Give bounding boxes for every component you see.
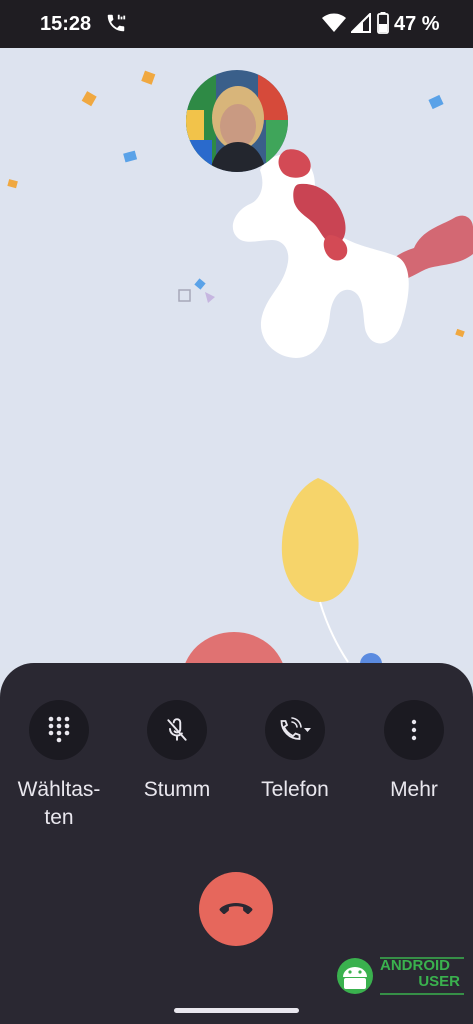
mic-off-icon bbox=[164, 718, 190, 741]
more-label: Mehr bbox=[390, 778, 438, 801]
more-vert-icon bbox=[411, 719, 417, 741]
more-button[interactable] bbox=[384, 700, 444, 760]
caller-avatar bbox=[186, 70, 288, 172]
end-call-button[interactable] bbox=[199, 872, 273, 946]
battery-percentage: 47 % bbox=[394, 13, 440, 35]
dialpad-button[interactable] bbox=[29, 700, 89, 760]
call-background bbox=[0, 48, 473, 728]
dialpad-icon bbox=[48, 716, 70, 743]
call-active-icon bbox=[107, 14, 126, 32]
status-bar: 15:28 47 % bbox=[0, 0, 473, 48]
status-time: 15:28 bbox=[40, 13, 92, 35]
audio-route-label: Telefon bbox=[261, 778, 329, 801]
battery-icon bbox=[377, 12, 389, 34]
mute-button[interactable] bbox=[147, 700, 207, 760]
call-end-icon bbox=[219, 903, 253, 915]
phone-audio-route-icon bbox=[280, 717, 311, 740]
mute-label: Stumm bbox=[143, 778, 211, 801]
watermark-line2: USER bbox=[418, 973, 460, 990]
avatar-image bbox=[186, 70, 288, 172]
watermark-line1: ANDROID bbox=[380, 957, 450, 974]
watermark-text: ANDROID USER bbox=[380, 958, 460, 990]
gesture-nav-handle[interactable] bbox=[174, 1008, 299, 1013]
signal-icon bbox=[351, 13, 371, 33]
wifi-icon bbox=[322, 13, 346, 32]
dialpad-label: Wähltas-ten bbox=[17, 778, 101, 829]
audio-route-button[interactable] bbox=[265, 700, 325, 760]
